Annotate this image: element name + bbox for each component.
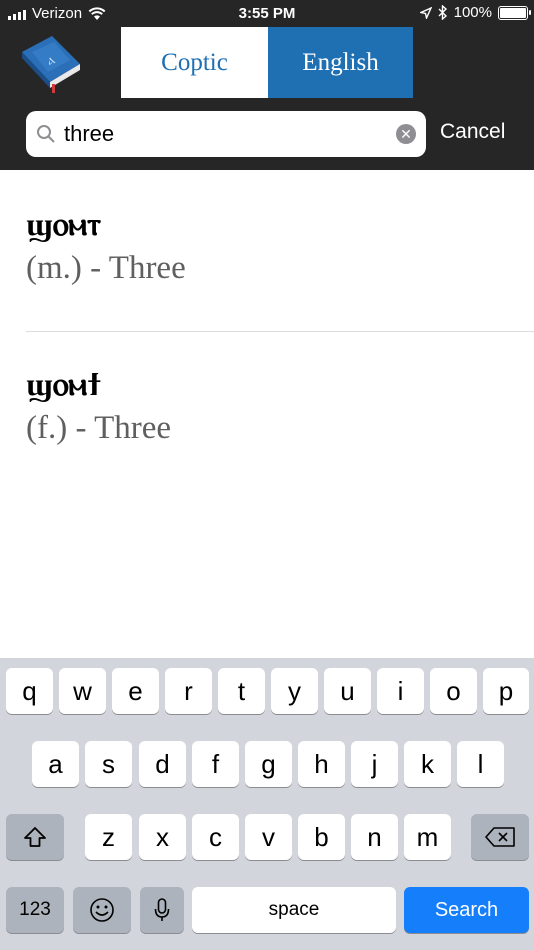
numbers-key[interactable]: 123 [6, 887, 64, 933]
search-field[interactable]: ✕ [26, 111, 426, 157]
coptic-word: ϣⲟⲙϯ [26, 365, 102, 403]
key-s[interactable]: s [85, 741, 132, 787]
search-icon [37, 125, 55, 143]
key-b[interactable]: b [298, 814, 345, 860]
list-item[interactable]: ϣⲟⲙⲧ (m.) - Three [26, 205, 534, 287]
keyboard: q w e r t y u i o p a s d f g h j k l z … [0, 658, 534, 950]
key-r[interactable]: r [165, 668, 212, 714]
emoji-icon [90, 898, 114, 922]
coptic-word: ϣⲟⲙⲧ [26, 205, 102, 243]
english-gloss: (m.) - Three [26, 250, 186, 286]
battery-icon [498, 5, 531, 20]
key-t[interactable]: t [218, 668, 265, 714]
bluetooth-icon [438, 5, 447, 20]
key-c[interactable]: c [192, 814, 239, 860]
key-m[interactable]: m [404, 814, 451, 860]
status-bar: Verizon 3:55 PM 100% [0, 0, 534, 28]
key-l[interactable]: l [457, 741, 504, 787]
book-icon[interactable]: ⲁ [16, 30, 86, 94]
key-z[interactable]: z [85, 814, 132, 860]
emoji-key[interactable] [73, 887, 131, 933]
tab-english[interactable]: English [268, 27, 413, 98]
key-u[interactable]: u [324, 668, 371, 714]
dictation-key[interactable] [140, 887, 184, 933]
search-input[interactable] [64, 117, 382, 151]
shift-key[interactable] [6, 814, 64, 860]
english-gloss: (f.) - Three [26, 410, 172, 446]
shift-icon [24, 827, 46, 847]
space-key[interactable]: space [192, 887, 396, 933]
search-key[interactable]: Search [404, 887, 529, 933]
key-j[interactable]: j [351, 741, 398, 787]
key-g[interactable]: g [245, 741, 292, 787]
key-n[interactable]: n [351, 814, 398, 860]
key-w[interactable]: w [59, 668, 106, 714]
backspace-key[interactable] [471, 814, 529, 860]
key-q[interactable]: q [6, 668, 53, 714]
list-item[interactable]: ϣⲟⲙϯ (f.) - Three [26, 365, 534, 447]
key-x[interactable]: x [139, 814, 186, 860]
app-header: Verizon 3:55 PM 100% ⲁ Coptic English th… [0, 0, 534, 170]
clear-icon[interactable]: ✕ [396, 124, 416, 144]
microphone-icon [154, 898, 170, 921]
key-v[interactable]: v [245, 814, 292, 860]
key-a[interactable]: a [32, 741, 79, 787]
cancel-button[interactable]: Cancel [440, 120, 505, 144]
divider [26, 331, 534, 332]
backspace-icon [485, 827, 515, 847]
tab-coptic[interactable]: Coptic [121, 27, 268, 98]
key-k[interactable]: k [404, 741, 451, 787]
key-d[interactable]: d [139, 741, 186, 787]
key-i[interactable]: i [377, 668, 424, 714]
location-icon [419, 6, 432, 19]
key-y[interactable]: y [271, 668, 318, 714]
key-p[interactable]: p [483, 668, 529, 714]
key-h[interactable]: h [298, 741, 345, 787]
battery-percent: 100% [453, 4, 492, 21]
key-o[interactable]: o [430, 668, 477, 714]
key-f[interactable]: f [192, 741, 239, 787]
key-e[interactable]: e [112, 668, 159, 714]
